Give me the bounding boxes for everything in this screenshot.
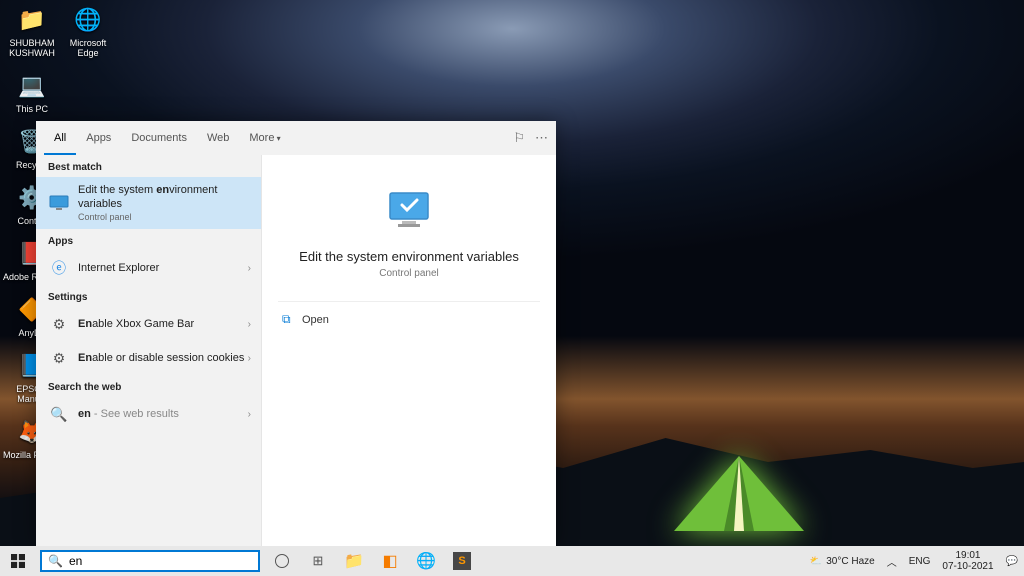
start-button[interactable] [0, 546, 36, 576]
gear-icon: ⚙ [48, 313, 70, 335]
tab-documents[interactable]: Documents [121, 121, 197, 155]
monitor-icon [48, 192, 70, 214]
result-session-cookies[interactable]: ⚙ Enable or disable session cookies › [36, 341, 261, 375]
task-view-icon: ⊞ [313, 553, 324, 569]
search-icon: 🔍 [48, 403, 70, 425]
feedback-icon[interactable]: ⚐ [513, 130, 525, 146]
desktop-icon-user-folder[interactable]: 📁SHUBHAM KUSHWAH [2, 4, 62, 58]
search-preview-pane: Edit the system environment variables Co… [261, 155, 556, 546]
section-apps: Apps [36, 229, 261, 251]
result-label: Edit the system environment variablesCon… [78, 183, 249, 223]
chevron-up-icon: ︿ [887, 554, 897, 569]
result-label: Enable or disable session cookies [78, 351, 244, 365]
action-label: Open [302, 314, 329, 326]
search-input[interactable] [69, 554, 252, 568]
desktop-icon-this-pc[interactable]: 💻This PC [2, 70, 62, 114]
open-icon: ⧉ [282, 312, 302, 327]
tray-notifications[interactable]: 💬 [1000, 546, 1024, 576]
folder-icon: 📁 [16, 4, 48, 36]
edge-icon: 🌐 [72, 4, 104, 36]
preview-title: Edit the system environment variables [278, 249, 540, 264]
tab-more[interactable]: More [239, 121, 290, 155]
search-icon: 🔍 [48, 554, 63, 568]
chevron-right-icon: › [248, 353, 251, 364]
taskbar-app-sublime[interactable]: S [444, 546, 480, 576]
chevron-right-icon: › [248, 409, 251, 420]
tab-apps[interactable]: Apps [76, 121, 121, 155]
monitor-check-icon [384, 185, 434, 235]
section-web: Search the web [36, 375, 261, 397]
preview-subtitle: Control panel [278, 268, 540, 279]
search-flyout: All Apps Documents Web More ⚐ ⋯ Best mat… [36, 121, 556, 546]
tray-language[interactable]: ENG [903, 546, 937, 576]
chrome-icon: 🌐 [416, 551, 436, 571]
taskbar-app-chrome[interactable]: 🌐 [408, 546, 444, 576]
cortana-button[interactable] [264, 546, 300, 576]
taskbar-app-explorer[interactable]: 📁 [336, 546, 372, 576]
tray-weather[interactable]: ⛅ 30°C Haze [804, 546, 881, 576]
chevron-right-icon: › [248, 319, 251, 330]
desktop-icon-edge[interactable]: 🌐Microsoft Edge [58, 4, 118, 58]
sublime-icon: S [453, 552, 471, 570]
result-label: en - See web results [78, 407, 179, 421]
circle-icon [275, 554, 289, 568]
result-web-search[interactable]: 🔍 en - See web results › [36, 397, 261, 431]
tray-overflow[interactable]: ︿ [881, 546, 903, 576]
taskbar-app-xampp[interactable]: ◧ [372, 546, 408, 576]
result-label: Internet Explorer [78, 261, 159, 275]
result-label: Enable Xbox Game Bar [78, 317, 194, 331]
ie-icon: ⓔ [48, 257, 70, 279]
taskbar: 🔍 ⊞ 📁 ◧ 🌐 S ⛅ 30°C Haze ︿ ENG 19:01 07-1… [0, 546, 1024, 576]
section-settings: Settings [36, 285, 261, 307]
result-env-variables[interactable]: Edit the system environment variablesCon… [36, 177, 261, 229]
result-internet-explorer[interactable]: ⓔ Internet Explorer › [36, 251, 261, 285]
tray-clock[interactable]: 19:01 07-10-2021 [936, 546, 999, 576]
gear-icon: ⚙ [48, 347, 70, 369]
search-results-list: Best match Edit the system environment v… [36, 155, 261, 546]
weather-icon: ⛅ [810, 556, 822, 567]
xampp-icon: ◧ [382, 551, 397, 571]
pc-icon: 💻 [16, 70, 48, 102]
action-open[interactable]: ⧉ Open [278, 302, 540, 337]
taskbar-search[interactable]: 🔍 [40, 550, 260, 572]
folder-icon: 📁 [344, 551, 364, 571]
search-tabs: All Apps Documents Web More ⚐ ⋯ [36, 121, 556, 155]
chevron-right-icon: › [248, 263, 251, 274]
result-xbox-game-bar[interactable]: ⚙ Enable Xbox Game Bar › [36, 307, 261, 341]
more-options-icon[interactable]: ⋯ [535, 130, 548, 146]
notification-icon: 💬 [1006, 556, 1018, 567]
tab-web[interactable]: Web [197, 121, 239, 155]
task-view-button[interactable]: ⊞ [300, 546, 336, 576]
section-best-match: Best match [36, 155, 261, 177]
tab-all[interactable]: All [44, 121, 76, 155]
